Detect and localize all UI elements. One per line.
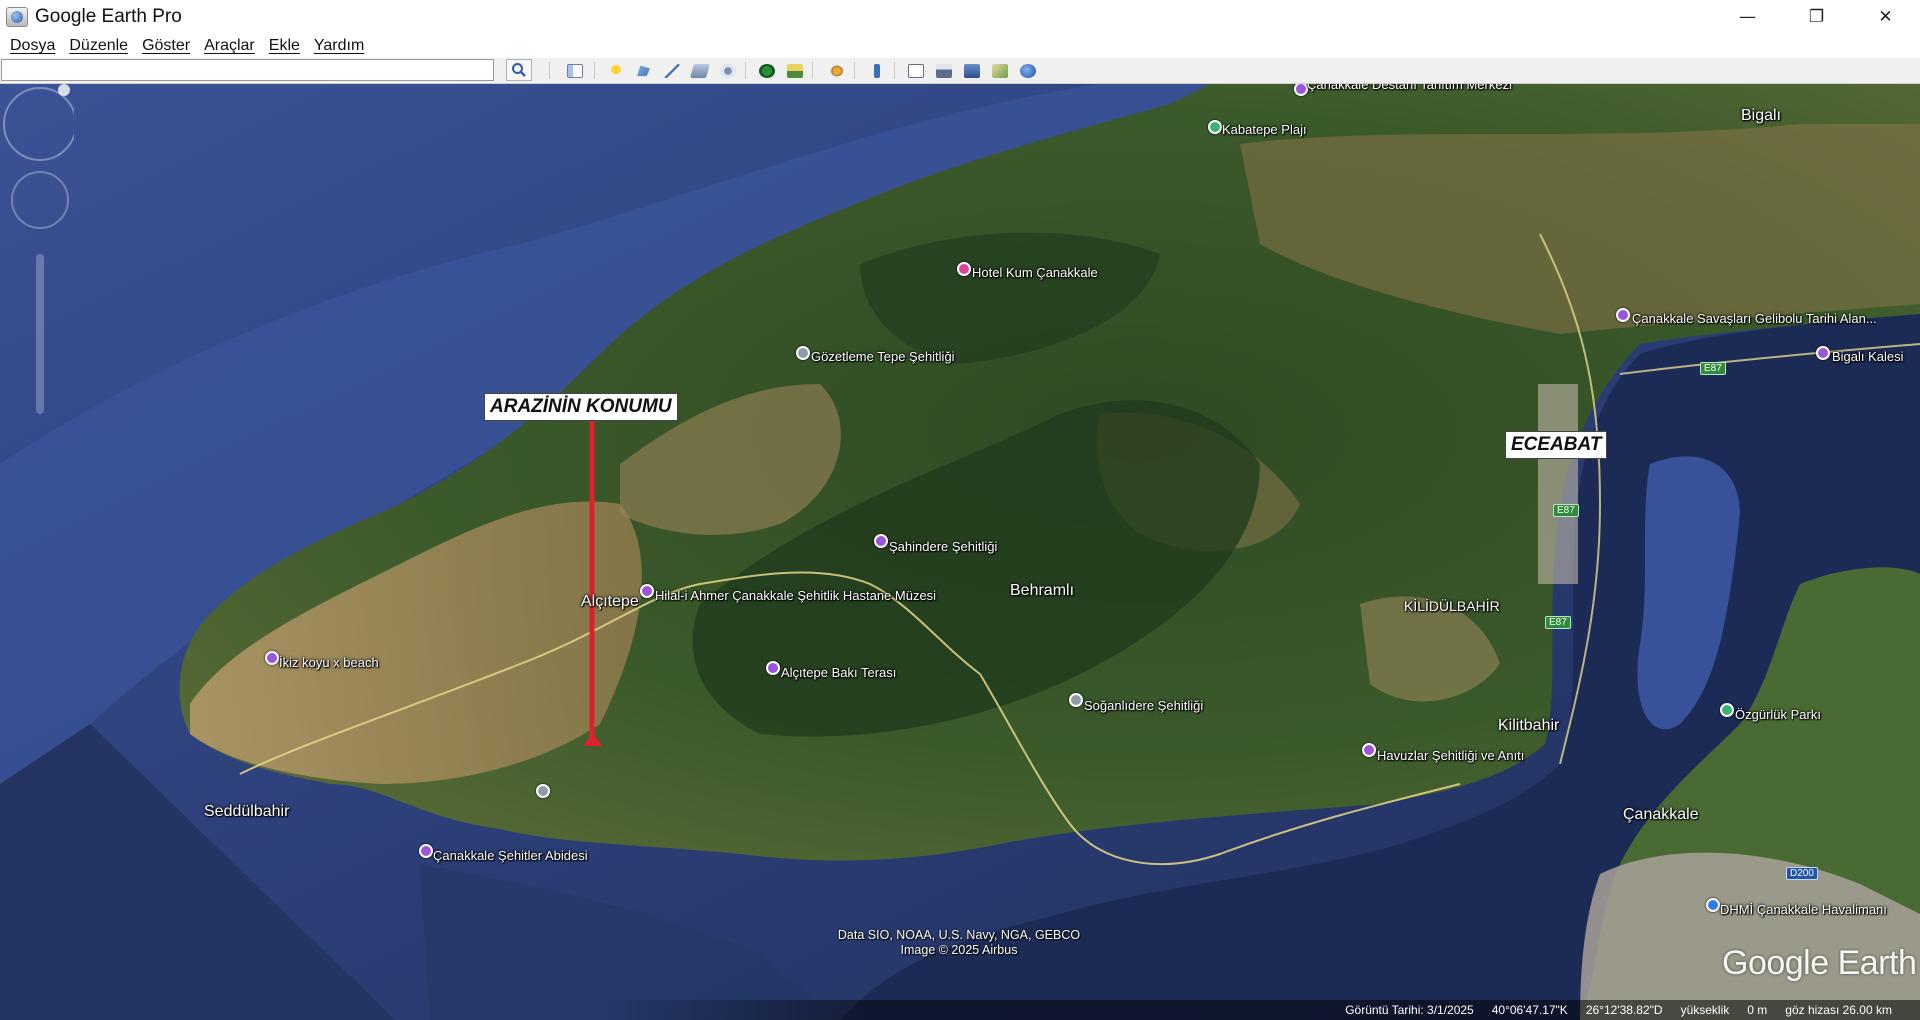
path-icon[interactable] [660, 60, 683, 81]
label-ikiz[interactable]: İkiz koyu x beach [279, 655, 379, 670]
label-hilal[interactable]: Hilal-i Ahmer Çanakkale Şehitlik Hastane… [655, 588, 936, 603]
label-soganli[interactable]: Soğanlıdere Şehitliği [1084, 698, 1203, 713]
label-bigali[interactable]: Bigalı [1741, 107, 1781, 125]
title-bar: Google Earth Pro — ❐ ✕ [0, 0, 1920, 34]
credits-line-1: Data SIO, NOAA, U.S. Navy, NGA, GEBCO [837, 928, 1081, 942]
label-savaslari[interactable]: Çanakkale Savaşları Gelibolu Tarihi Alan… [1632, 311, 1877, 326]
map-view[interactable]: ARAZİNİN KONUMU ECEABAT Çanakkale Destan… [0, 84, 1920, 1020]
latitude-readout: 40°06'47.17"K [1491, 1003, 1568, 1017]
label-sahindere[interactable]: Şahindere Şehitliği [889, 539, 997, 554]
sunlight-icon[interactable] [783, 60, 806, 81]
label-kabatepe[interactable]: Kabatepe Plajı [1222, 122, 1307, 137]
search-input[interactable] [1, 59, 494, 81]
north-up-icon [58, 84, 70, 96]
toolbar-separator [745, 62, 746, 79]
menu-ekle[interactable]: Ekle [262, 37, 307, 55]
label-canakkale[interactable]: Çanakkale [1623, 806, 1699, 824]
label-havuzlar[interactable]: Havuzlar Şehitliği ve Anıtı [1377, 748, 1524, 763]
place-pin-icon[interactable] [1616, 308, 1630, 322]
toolbar-separator [854, 62, 855, 79]
hotel-pin-icon[interactable] [957, 262, 971, 276]
road-badge-e87: E87 [1700, 362, 1726, 375]
restore-button[interactable]: ❐ [1782, 0, 1851, 34]
place-pin-icon[interactable] [1816, 346, 1830, 360]
road-badge-e87: E87 [1545, 616, 1571, 629]
label-alcitepe[interactable]: Alçıtepe [581, 593, 639, 611]
label-alcitepe-teras[interactable]: Alçıtepe Bakı Terası [781, 665, 896, 680]
place-pin-icon[interactable] [640, 584, 654, 598]
label-ozgurluk[interactable]: Özgürlük Parkı [1735, 707, 1821, 722]
search-button[interactable] [506, 59, 532, 81]
label-kilitbahir[interactable]: Kilitbahir [1498, 717, 1559, 735]
minimize-button[interactable]: — [1713, 0, 1782, 34]
menu-yardim[interactable]: Yardım [307, 37, 371, 55]
memorial-pin-icon[interactable] [796, 346, 810, 360]
toolbar [0, 58, 1920, 84]
look-control [3, 87, 74, 161]
airport-pin-icon[interactable] [1706, 898, 1720, 912]
earth-icon[interactable] [1016, 60, 1039, 81]
toolbar-separator [812, 62, 813, 79]
placemark-icon[interactable] [604, 60, 627, 81]
record-tour-icon[interactable] [716, 60, 739, 81]
move-control [11, 171, 69, 229]
zoom-slider [36, 254, 44, 414]
imagery-credits: Data SIO, NOAA, U.S. Navy, NGA, GEBCO Im… [834, 928, 1084, 958]
label-destani[interactable]: Çanakkale Destanı Tanıtım Merkezi [1307, 84, 1512, 92]
print-icon[interactable] [932, 60, 955, 81]
view-in-maps-icon[interactable] [988, 60, 1011, 81]
menu-araclar[interactable]: Araçlar [197, 37, 262, 55]
elevation-label: yükseklik [1680, 1003, 1730, 1017]
place-pin-icon[interactable] [1362, 743, 1376, 757]
window-title: Google Earth Pro [35, 6, 182, 27]
place-pin-icon[interactable] [766, 661, 780, 675]
beach-pin-icon[interactable] [1208, 120, 1222, 134]
save-image-icon[interactable] [960, 60, 983, 81]
menu-duzenle[interactable]: Düzenle [62, 37, 135, 55]
label-dhmi[interactable]: DHMİ Çanakkale Havalimanı [1720, 902, 1887, 917]
memorial-pin-icon[interactable] [1069, 693, 1083, 707]
imagery-date: Görüntü Tarihi: 3/1/2025 [1345, 1003, 1474, 1017]
polygon-icon[interactable] [632, 60, 655, 81]
toolbar-separator [894, 62, 895, 79]
callout-eceabat: ECEABAT [1505, 431, 1608, 459]
close-button[interactable]: ✕ [1851, 0, 1920, 34]
label-kilidulbahir-caps[interactable]: KİLİDÜLBAHİR [1404, 598, 1500, 614]
park-pin-icon[interactable] [1720, 703, 1734, 717]
image-overlay-icon[interactable] [688, 60, 711, 81]
road-badge-d200: D200 [1786, 867, 1818, 880]
label-abidesi[interactable]: Çanakkale Şehitler Abidesi [433, 848, 588, 863]
eye-altitude-readout: göz hizası 26.00 km [1785, 1003, 1892, 1017]
status-bar: Görüntü Tarihi: 3/1/2025 40°06'47.17"K 2… [600, 1000, 1920, 1020]
callout-arazinin-konumu: ARAZİNİN KONUMU [484, 393, 678, 421]
credits-line-2: Image © 2025 Airbus [900, 943, 1018, 957]
toolbar-separator [594, 62, 595, 79]
label-gozetleme[interactable]: Gözetleme Tepe Şehitliği [811, 349, 955, 364]
label-behramli[interactable]: Behramlı [1010, 582, 1074, 600]
google-earth-logo: Google Earth [1722, 944, 1917, 982]
place-pin-icon[interactable] [874, 534, 888, 548]
menu-bar: Dosya Düzenle Göster Araçlar Ekle Yardım [0, 34, 1920, 58]
road-badge-e87: E87 [1553, 504, 1579, 517]
place-pin-icon[interactable] [419, 844, 433, 858]
memorial-pin-icon[interactable] [536, 784, 550, 798]
planets-icon[interactable] [825, 60, 848, 81]
label-hotel[interactable]: Hotel Kum Çanakkale [972, 265, 1098, 280]
email-icon[interactable] [904, 60, 927, 81]
window-controls: — ❐ ✕ [1713, 0, 1920, 34]
search-icon [512, 63, 526, 77]
label-bigali-kalesi[interactable]: Bigalı Kalesi [1832, 349, 1904, 364]
google-earth-app-icon [6, 7, 28, 27]
place-pin-icon[interactable] [265, 651, 279, 665]
menu-goster[interactable]: Göster [135, 37, 197, 55]
navigation-controls[interactable] [0, 84, 74, 424]
toolbar-separator [549, 62, 550, 79]
label-seddulbahir[interactable]: Seddülbahir [204, 803, 289, 821]
historical-imagery-icon[interactable] [755, 60, 778, 81]
ruler-icon[interactable] [865, 60, 888, 81]
elevation-readout: 0 m [1747, 1003, 1768, 1017]
longitude-readout: 26°12'38.82"D [1585, 1003, 1663, 1017]
sidebar-toggle-icon[interactable] [563, 60, 586, 81]
menu-dosya[interactable]: Dosya [0, 37, 62, 55]
